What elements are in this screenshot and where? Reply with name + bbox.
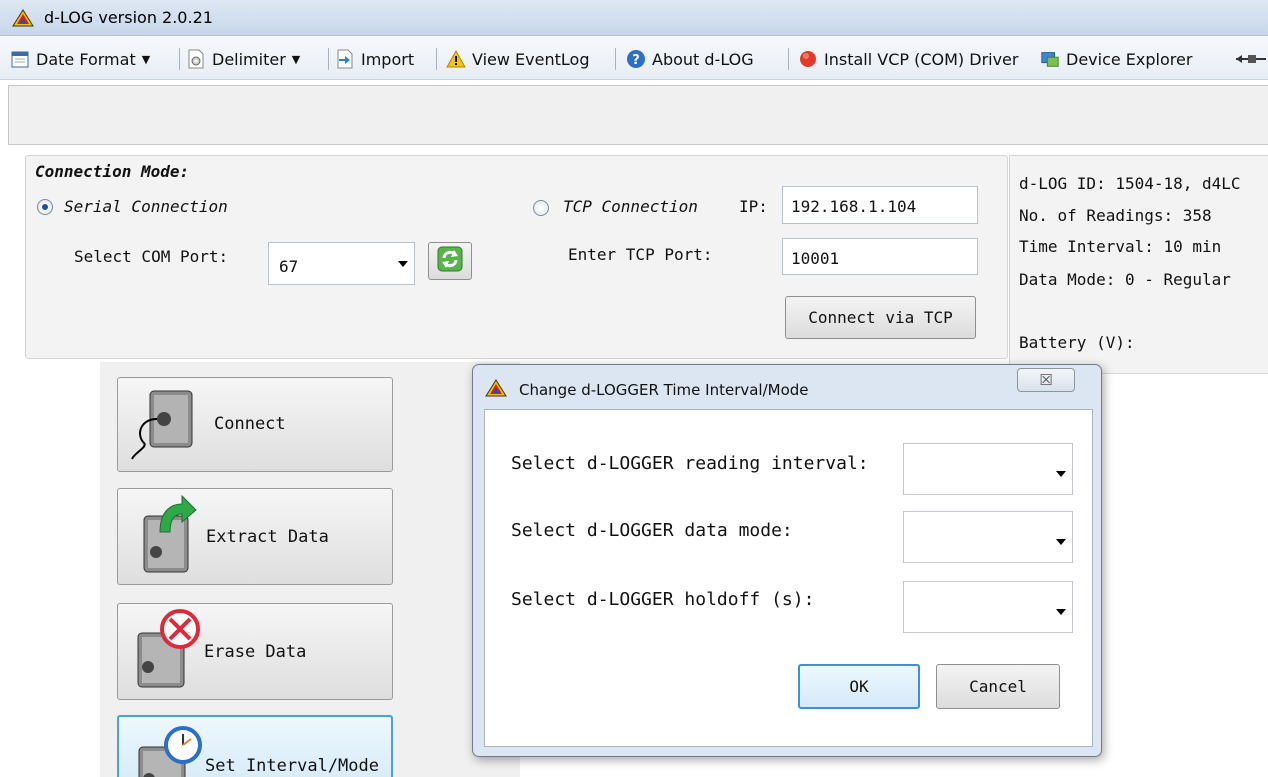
title-bar: d-LOG version 2.0.21 — [0, 0, 1268, 36]
connect-label: Connect — [214, 414, 286, 434]
holdoff-label: Select d-LOGGER holdoff (s): — [511, 589, 815, 610]
com-port-label: Select COM Port: — [74, 247, 229, 266]
warning-icon — [446, 49, 466, 69]
dialog-title: Change d-LOGGER Time Interval/Mode — [519, 381, 809, 399]
connection-mode-group: Connection Mode: Serial Connection Selec… — [25, 155, 1008, 359]
reading-interval-label: Select d-LOGGER reading interval: — [511, 453, 869, 474]
device-explorer-button[interactable]: Device Explorer — [1040, 46, 1192, 72]
view-eventlog-label: View EventLog — [472, 49, 590, 69]
date-format-menu[interactable]: Date Format ▼ — [10, 46, 150, 72]
erase-data-button[interactable]: Erase Data — [117, 603, 393, 700]
d-log-triangle-icon — [485, 379, 507, 401]
set-interval-mode-label: Set Interval/Mode — [205, 756, 379, 776]
device-explorer-label: Device Explorer — [1066, 49, 1193, 69]
d-log-triangle-icon — [12, 9, 34, 31]
close-icon: ☒ — [1039, 371, 1053, 389]
ip-label: IP: — [739, 197, 768, 216]
device-info-panel: d-LOG ID: 1504-18, d4LC No. of Readings:… — [1009, 155, 1268, 374]
battery-voltage: Battery (V): — [1019, 333, 1135, 352]
data-mode-select[interactable] — [903, 511, 1073, 563]
import-label: Import — [361, 49, 415, 69]
svg-text:?: ? — [632, 53, 640, 68]
view-eventlog-button[interactable]: View EventLog — [446, 46, 589, 72]
about-label: About d-LOG — [652, 49, 754, 69]
device-id: d-LOG ID: 1504-18, d4LC — [1019, 174, 1241, 193]
connection-mode-label: Connection Mode: — [35, 162, 190, 181]
cancel-button[interactable]: Cancel — [936, 664, 1060, 709]
import-arrow-icon — [335, 49, 355, 69]
toolbar: Date Format ▼ Delimiter ▼ Import View Ev… — [0, 36, 1268, 80]
actions-panel: Connect Extract Data Erase Data Set Inte… — [100, 362, 520, 777]
status-strip — [8, 85, 1268, 145]
erase-data-label: Erase Data — [204, 641, 307, 662]
refresh-ports-button[interactable] — [428, 242, 472, 280]
set-interval-mode-button[interactable]: Set Interval/Mode — [117, 715, 393, 777]
safe-clock-icon — [131, 725, 205, 777]
com-port-select[interactable]: 67 — [268, 242, 415, 285]
chevron-down-icon — [398, 260, 408, 267]
tcp-connection-label: TCP Connection — [563, 197, 698, 216]
extract-data-button[interactable]: Extract Data — [117, 488, 393, 585]
delimiter-label: Delimiter — [212, 49, 286, 69]
holdoff-select[interactable] — [903, 581, 1073, 633]
toolbar-separator — [436, 48, 437, 70]
usb-icon[interactable] — [1236, 46, 1266, 72]
tcp-port-input[interactable]: 10001 — [782, 238, 978, 275]
ok-button[interactable]: OK — [798, 664, 920, 709]
safe-erase-icon — [130, 607, 204, 697]
time-interval: Time Interval: 10 min — [1019, 237, 1222, 256]
ip-input[interactable]: 192.168.1.104 — [782, 186, 978, 224]
connect-tcp-button[interactable]: Connect via TCP — [785, 296, 976, 339]
device-explorer-icon — [1040, 49, 1060, 69]
chevron-down-icon — [1056, 539, 1066, 545]
chevron-down-icon: ▼ — [141, 52, 151, 66]
dialog-client-area: Select d-LOGGER reading interval: Select… — [484, 409, 1093, 747]
readings-count: No. of Readings: 358 — [1019, 206, 1212, 225]
serial-connection-label: Serial Connection — [64, 197, 228, 216]
install-vcp-label: Install VCP (COM) Driver — [824, 49, 1019, 69]
date-format-label: Date Format — [36, 49, 136, 69]
connect-button[interactable]: Connect — [117, 377, 393, 472]
about-button[interactable]: ? About d-LOG — [626, 46, 754, 72]
data-mode-label: Select d-LOGGER data mode: — [511, 520, 793, 541]
data-mode: Data Mode: 0 - Regular — [1019, 270, 1231, 289]
refresh-icon — [437, 246, 463, 276]
chevron-down-icon: ▼ — [291, 52, 301, 66]
document-gear-icon — [186, 49, 206, 69]
import-button[interactable]: Import — [335, 46, 414, 72]
reading-interval-select[interactable] — [903, 443, 1073, 495]
calendar-icon — [10, 49, 30, 69]
chevron-down-icon — [1056, 471, 1066, 477]
install-vcp-button[interactable]: Install VCP (COM) Driver — [798, 46, 1018, 72]
delimiter-menu[interactable]: Delimiter ▼ — [186, 46, 300, 72]
tcp-port-label: Enter TCP Port: — [568, 245, 713, 264]
toolbar-separator — [179, 48, 180, 70]
toolbar-separator — [615, 48, 616, 70]
dialog-close-button[interactable]: ☒ — [1017, 368, 1075, 392]
safe-plug-icon — [130, 383, 200, 467]
safe-extract-icon — [130, 492, 200, 582]
toolbar-separator — [328, 48, 329, 70]
toolbar-separator — [788, 48, 789, 70]
chevron-down-icon — [1056, 609, 1066, 615]
change-interval-dialog: Change d-LOGGER Time Interval/Mode ☒ Sel… — [472, 364, 1102, 757]
help-icon: ? — [626, 49, 646, 69]
red-dot-icon — [798, 49, 818, 69]
com-port-value: 67 — [279, 257, 299, 276]
serial-connection-radio[interactable] — [37, 199, 53, 215]
extract-data-label: Extract Data — [206, 526, 329, 547]
window-title: d-LOG version 2.0.21 — [44, 8, 213, 27]
tcp-connection-radio[interactable] — [533, 200, 549, 216]
